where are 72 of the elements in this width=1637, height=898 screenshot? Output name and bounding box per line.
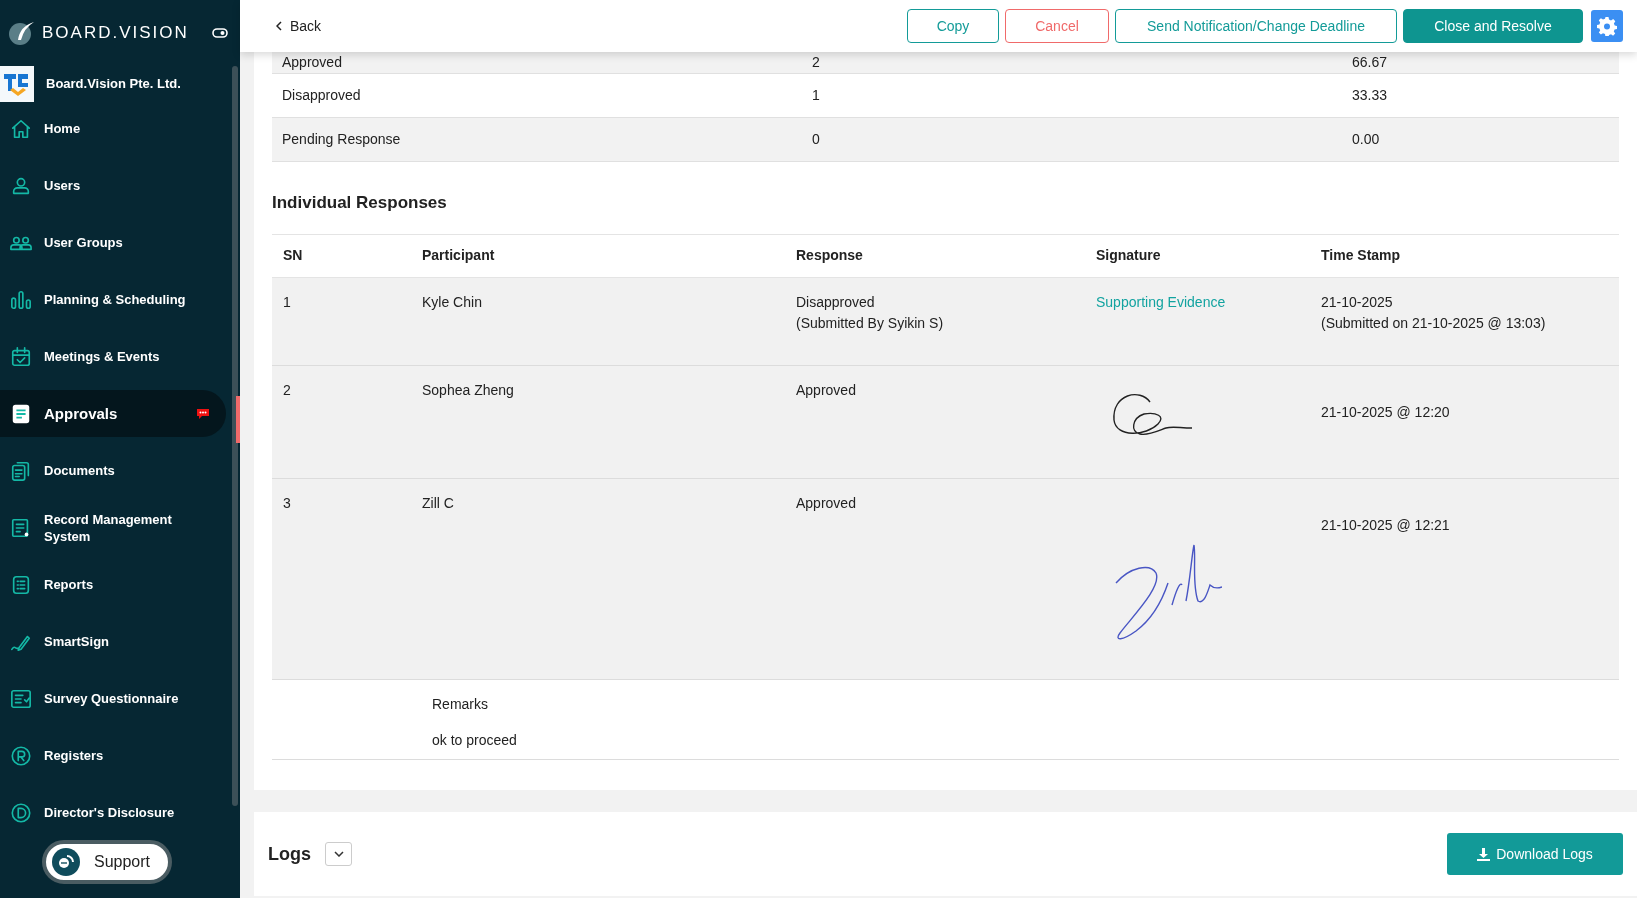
table-cell-text: 21-10-2025 @ 12:21	[1321, 515, 1451, 535]
scrollbar[interactable]	[232, 66, 238, 806]
table-cell-text: 2	[282, 380, 292, 400]
toggle-icon[interactable]	[212, 27, 228, 39]
column-header: Response	[796, 246, 864, 265]
sidebar-item[interactable]: Meetings & Events	[0, 333, 226, 380]
toolbar-button[interactable]: Send Notification/Change Deadline	[1115, 9, 1397, 43]
table-cell-text: 21-10-2025 @ 12:20	[1321, 402, 1451, 422]
column-header: SN	[282, 246, 304, 265]
circle-d-icon	[10, 801, 32, 824]
table-cell-text: 33.33	[1352, 86, 1389, 105]
table-cell-text: Approved	[796, 380, 857, 400]
table-cell-text: 1	[282, 292, 292, 312]
brand-name: BOARD.VISION	[42, 22, 189, 45]
table-cell-text: Disapproved	[796, 292, 876, 312]
column-header: Signature	[1096, 246, 1162, 265]
table-cell-text: Pending Response	[281, 130, 402, 149]
sidebar-item[interactable]: Survey Questionnaire	[0, 675, 226, 722]
sidebar-item[interactable]: Documents	[0, 447, 226, 494]
chat-icon	[52, 848, 80, 876]
sidebar-item[interactable]: Approvals	[0, 390, 226, 437]
table-cell-text: 3	[282, 493, 292, 513]
home-icon	[10, 117, 32, 140]
sidebar-item[interactable]: SmartSign	[0, 618, 226, 665]
table-cell-text: 0.00	[1352, 130, 1381, 149]
column-header: Participant	[422, 246, 496, 265]
table-cell-text: Kyle Chin	[422, 292, 483, 312]
sidebar-item[interactable]: Record Management System	[0, 504, 226, 551]
table-cell-text: (Submitted By Syikin S)	[796, 313, 945, 333]
support-button[interactable]: Support	[42, 840, 172, 884]
sidebar-item[interactable]: Users	[0, 162, 226, 209]
back-link[interactable]: Back	[276, 15, 322, 37]
calendar-icon	[10, 345, 32, 368]
table-cell-text: (Submitted on 21-10-2025 @ 13:03)	[1321, 313, 1547, 333]
expand-button[interactable]	[325, 842, 352, 866]
table-cell-text: 1	[812, 86, 821, 105]
survey-icon	[10, 687, 32, 710]
section-title: Individual Responses	[272, 192, 448, 214]
document-icon	[10, 402, 32, 425]
settings-button[interactable]	[1591, 10, 1623, 42]
table-cell-text: 2	[812, 53, 821, 72]
organization-name: Board.Vision Pte. Ltd.	[46, 75, 181, 94]
sidebar-item[interactable]: Home	[0, 105, 226, 152]
table-cell-text: 21-10-2025	[1321, 292, 1394, 312]
settings-icon	[1597, 16, 1617, 36]
sidebar-item[interactable]: Registers	[0, 732, 226, 779]
documents-icon	[10, 459, 32, 482]
sidebar-item[interactable]: Planning & Scheduling	[0, 276, 226, 323]
registered-icon	[10, 744, 32, 767]
table-cell-text: Approved	[281, 53, 343, 72]
close-resolve-button[interactable]: Close and Resolve	[1403, 9, 1583, 43]
sidebar-item[interactable]: Reports	[0, 561, 226, 608]
table-cell-text: Sophea Zheng	[422, 380, 515, 400]
toolbar-button[interactable]: Copy	[907, 9, 999, 43]
remarks-text: ok to proceed	[432, 730, 518, 750]
table-cell-text: Disapproved	[281, 86, 362, 105]
column-header: Time Stamp	[1321, 246, 1402, 265]
sidebar-item[interactable]: Director's Disclosure	[0, 789, 226, 836]
logs-title: Logs	[268, 842, 311, 866]
download-icon	[1477, 847, 1491, 861]
list-icon	[10, 573, 32, 596]
sidebar-item[interactable]: User Groups	[0, 219, 226, 266]
table-cell-text: Approved	[796, 493, 857, 513]
chevron-left-icon	[276, 21, 282, 31]
remarks-label: Remarks	[432, 694, 489, 714]
organization-logo	[0, 66, 34, 102]
table-cell-text: 66.67	[1352, 53, 1389, 72]
table-cell-text: 0	[812, 130, 821, 149]
selection-indicator	[236, 396, 240, 443]
table-cell-text: Zill C	[422, 493, 455, 513]
bar-chart-icon	[10, 288, 32, 311]
chevron-down-icon	[333, 851, 344, 857]
